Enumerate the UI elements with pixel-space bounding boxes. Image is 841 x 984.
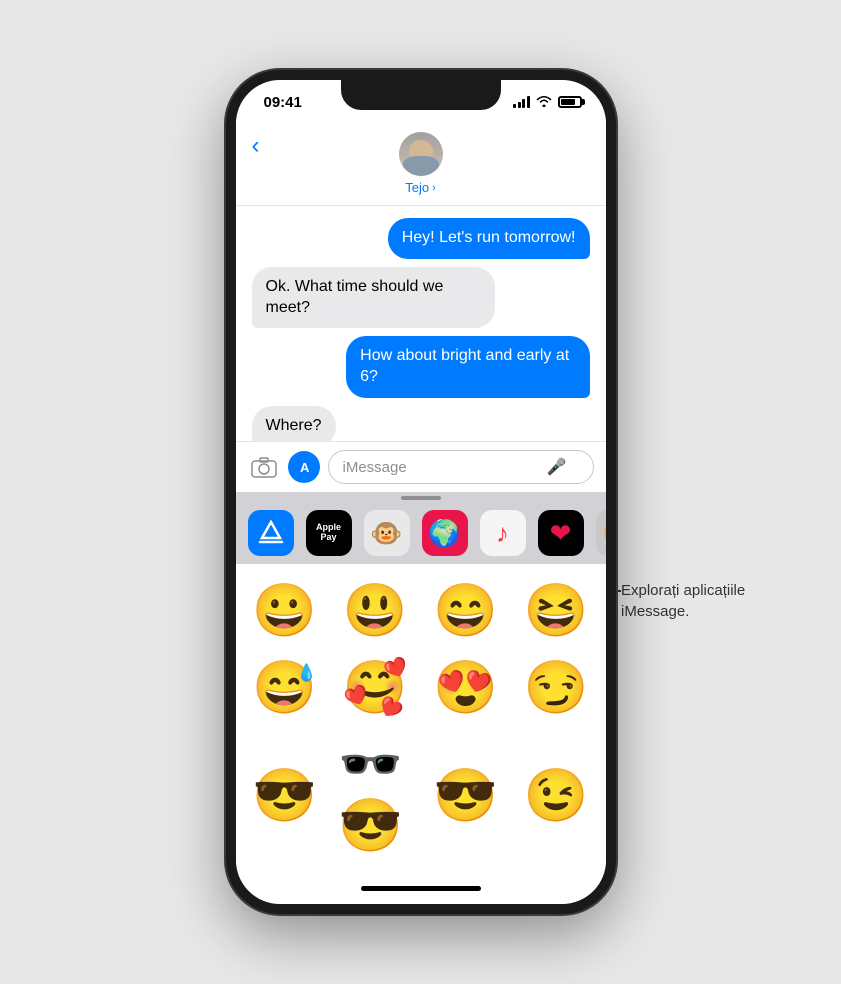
annotation-text: Explorați aplicațiile iMessage. xyxy=(621,580,781,622)
signal-icon xyxy=(513,96,530,108)
tray-applepay-icon[interactable]: ApplePay xyxy=(306,510,352,556)
notch xyxy=(341,80,501,110)
camera-button[interactable] xyxy=(248,451,280,483)
home-indicator xyxy=(236,872,606,904)
emoji-item[interactable]: 😅 xyxy=(248,657,323,718)
battery-icon xyxy=(558,96,582,108)
tray-emoji-icon[interactable]: 😊 xyxy=(596,510,606,556)
contact-name[interactable]: Tejo › xyxy=(405,180,436,195)
emoji-item[interactable]: 😀 xyxy=(248,580,323,641)
app-store-button[interactable]: A xyxy=(288,451,320,483)
message-input[interactable]: iMessage 🎤 xyxy=(328,450,594,484)
chevron-right-icon: › xyxy=(432,182,436,194)
chat-area: Hey! Let's run tomorrow! Ok. What time s… xyxy=(236,206,606,441)
message-row: Where? xyxy=(252,406,590,441)
phone-content: 09:41 xyxy=(236,80,606,904)
message-row: Hey! Let's run tomorrow! xyxy=(252,218,590,259)
status-time: 09:41 xyxy=(260,94,302,111)
tray-heart-icon[interactable]: ❤ xyxy=(538,510,584,556)
emoji-item[interactable]: 🕶️😎 xyxy=(338,734,413,856)
input-area: A iMessage 🎤 xyxy=(236,441,606,492)
tray-drag-handle xyxy=(401,496,441,500)
back-button[interactable]: ‹ xyxy=(252,132,260,160)
wifi-icon xyxy=(536,94,552,110)
svg-text:A: A xyxy=(300,460,310,475)
emoji-grid: 😀 😃 😄 😆 😅 🥰 😍 😏 😎 🕶️😎 😎 😉 xyxy=(236,564,606,872)
message-row: How about bright and early at 6? xyxy=(252,336,590,398)
emoji-item[interactable]: 😍 xyxy=(429,657,504,718)
nav-header: ‹ Tejo › xyxy=(236,124,606,206)
tray-music-icon[interactable]: ♪ xyxy=(480,510,526,556)
tray-appstore-icon[interactable] xyxy=(248,510,294,556)
avatar[interactable] xyxy=(399,132,443,176)
phone-frame: 09:41 xyxy=(226,70,616,914)
mic-button[interactable]: 🎤 xyxy=(547,457,567,477)
emoji-item[interactable]: 😄 xyxy=(429,580,504,641)
avatar-image xyxy=(399,132,443,176)
message-bubble-sent-3: How about bright and early at 6? xyxy=(346,336,589,398)
emoji-item[interactable]: 😃 xyxy=(338,580,413,641)
emoji-item[interactable]: 🥰 xyxy=(338,657,413,718)
tray-monkey-icon[interactable]: 🐵 xyxy=(364,510,410,556)
input-placeholder: iMessage xyxy=(343,459,407,476)
emoji-item[interactable]: 😎 xyxy=(248,734,323,856)
emoji-item[interactable]: 😎 xyxy=(429,734,504,856)
message-bubble-received-4: Where? xyxy=(252,406,336,441)
message-bubble-received-2: Ok. What time should we meet? xyxy=(252,267,495,329)
app-tray: ApplePay 🐵 🌍 ♪ ❤ 😊 xyxy=(236,502,606,564)
home-bar xyxy=(361,886,481,891)
tray-globe-icon[interactable]: 🌍 xyxy=(422,510,468,556)
emoji-item[interactable]: 😆 xyxy=(519,580,594,641)
emoji-item[interactable]: 😉 xyxy=(519,734,594,856)
message-bubble-sent-1: Hey! Let's run tomorrow! xyxy=(388,218,590,259)
status-icons xyxy=(513,94,582,110)
message-row: Ok. What time should we meet? xyxy=(252,267,590,329)
emoji-item[interactable]: 😏 xyxy=(519,657,594,718)
